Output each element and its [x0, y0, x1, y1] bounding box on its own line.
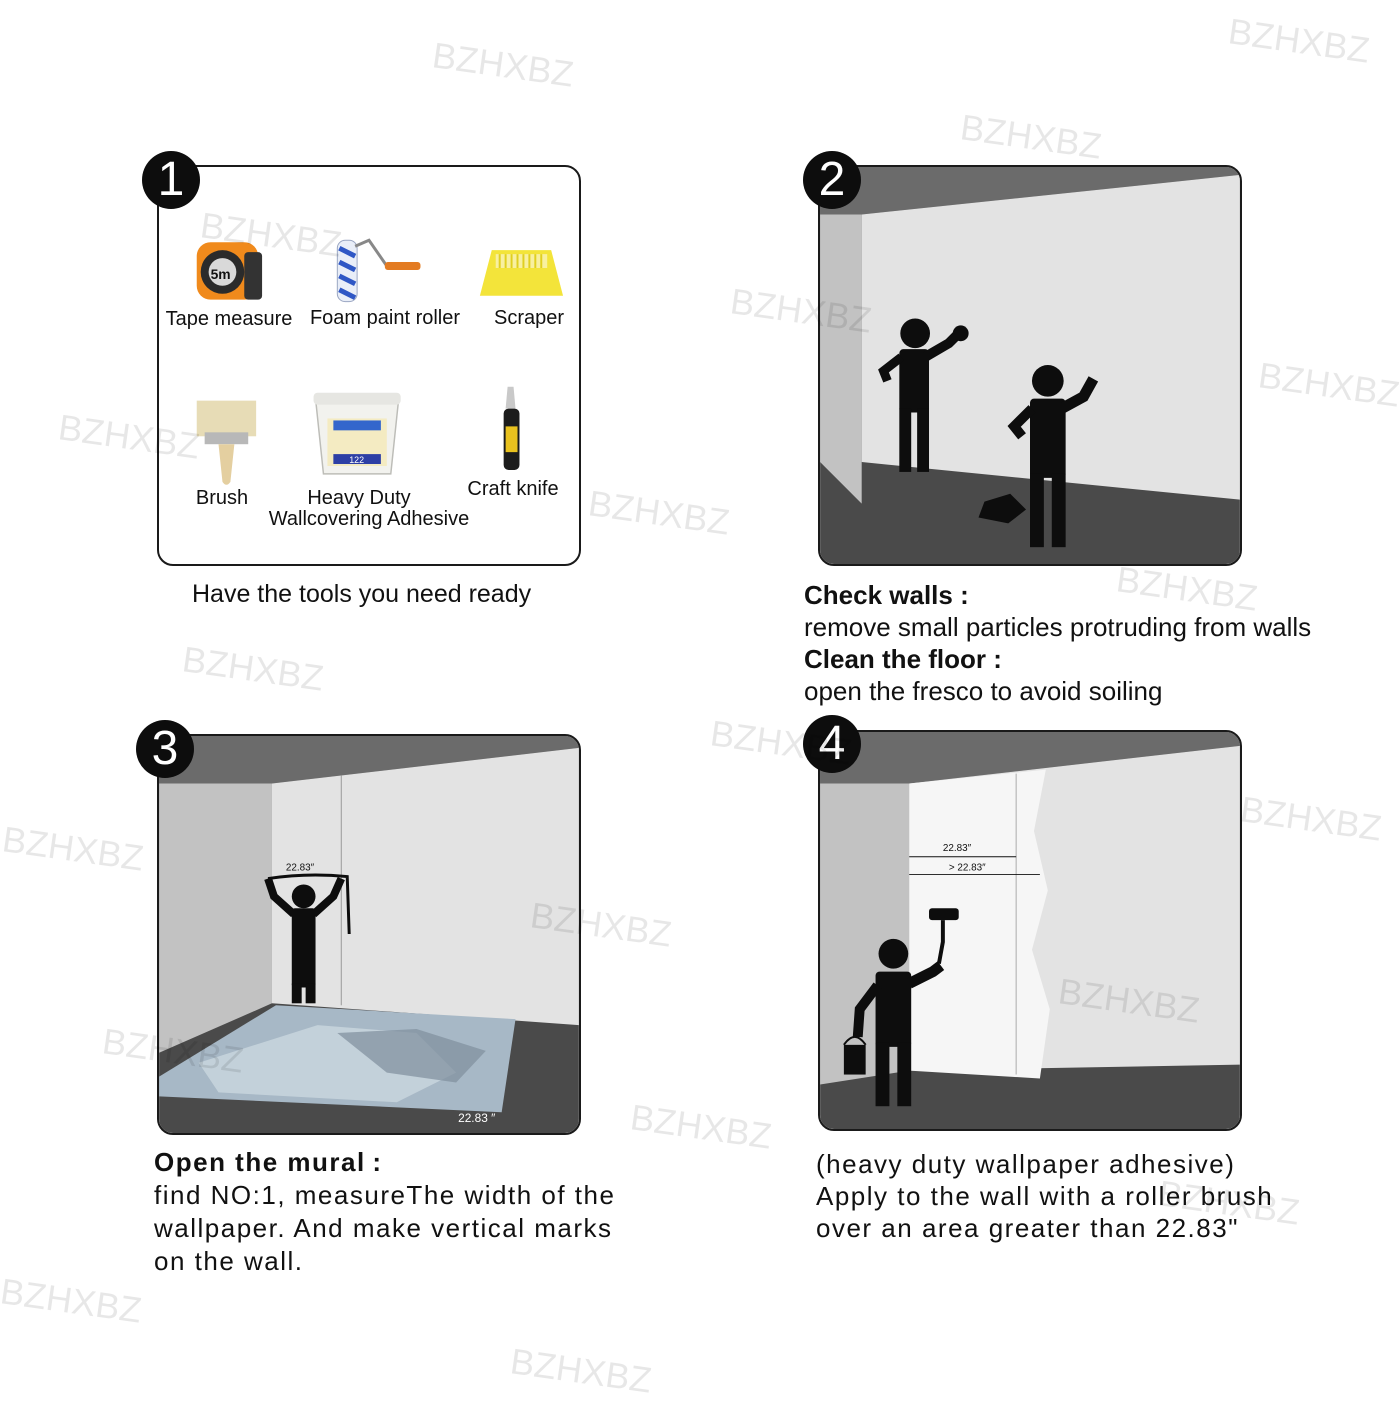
room-illustration	[820, 167, 1240, 564]
floor-measure-label: 22.83 ″	[458, 1111, 495, 1125]
watermark: BZHXBZ	[1237, 788, 1385, 849]
watermark: BZHXBZ	[1255, 354, 1400, 415]
watermark: BZHXBZ	[585, 482, 733, 543]
tool-label-adhesive-line1: Heavy Duty	[307, 487, 411, 509]
tool-label-brush: Brush	[195, 487, 249, 509]
room-illustration: 22.83″ > 22.83″	[820, 732, 1240, 1129]
tool-label-adhesive-line2: Wallcovering Adhesive	[268, 508, 470, 530]
step-2-heading-walls: Check walls :	[804, 580, 969, 610]
step-3-heading: Open the mural :	[154, 1147, 383, 1177]
step-3-line3: on the wall.	[154, 1246, 304, 1276]
step-1-caption: Have the tools you need ready	[192, 580, 532, 608]
watermark: BZHXBZ	[957, 106, 1105, 167]
room-illustration: 22.83 ″ 22.83″	[159, 736, 579, 1133]
watermark: BZHXBZ	[1225, 10, 1373, 71]
step-3-panel: 22.83 ″ 22.83″	[157, 734, 581, 1135]
watermark: BZHXBZ	[0, 818, 147, 879]
step-1-panel: 5m 122 Tape measure Foam paint roller Sc…	[157, 165, 581, 566]
tool-label-craft-knife: Craft knife	[467, 478, 559, 500]
wall-measure-label: 22.83″	[286, 863, 315, 874]
step-4-panel: 22.83″ > 22.83″	[818, 730, 1242, 1131]
watermark: BZHXBZ	[0, 1270, 145, 1331]
step-3-line1: find NO:1, measureThe width of the	[154, 1180, 616, 1210]
step-4-line3: over an area greater than 22.83"	[816, 1213, 1239, 1243]
step-2-caption: Check walls : remove small particles pro…	[804, 579, 1311, 707]
tool-label-foam-roller: Foam paint roller	[309, 307, 461, 329]
tool-label-scraper: Scraper	[493, 307, 565, 329]
step-2-text-floor: open the fresco to avoid soiling	[804, 676, 1163, 706]
step-3-line2: wallpaper. And make vertical marks	[154, 1213, 613, 1243]
step-4-badge: 4	[803, 715, 861, 773]
tool-label-tape-measure: Tape measure	[165, 308, 293, 330]
watermark: BZHXBZ	[179, 638, 327, 699]
step-3-badge: 3	[136, 720, 194, 778]
watermark: BZHXBZ	[429, 34, 577, 95]
watermark: BZHXBZ	[507, 1340, 655, 1401]
step-4-caption: (heavy duty wallpaper adhesive) Apply to…	[816, 1148, 1273, 1244]
step-2-badge: 2	[803, 151, 861, 209]
step-4-line1: (heavy duty wallpaper adhesive)	[816, 1149, 1236, 1179]
step-2-text-walls: remove small particles protruding from w…	[804, 612, 1312, 642]
step-4-line2: Apply to the wall with a roller brush	[816, 1181, 1274, 1211]
step-3-caption: Open the mural : find NO:1, measureThe w…	[154, 1146, 615, 1278]
step-2-heading-floor: Clean the floor :	[804, 644, 1002, 674]
measure-label-width: 22.83″	[943, 843, 972, 854]
measure-label-greater: > 22.83″	[949, 863, 986, 874]
step-1-badge: 1	[142, 151, 200, 209]
watermark: BZHXBZ	[627, 1096, 775, 1157]
step-2-panel	[818, 165, 1242, 566]
